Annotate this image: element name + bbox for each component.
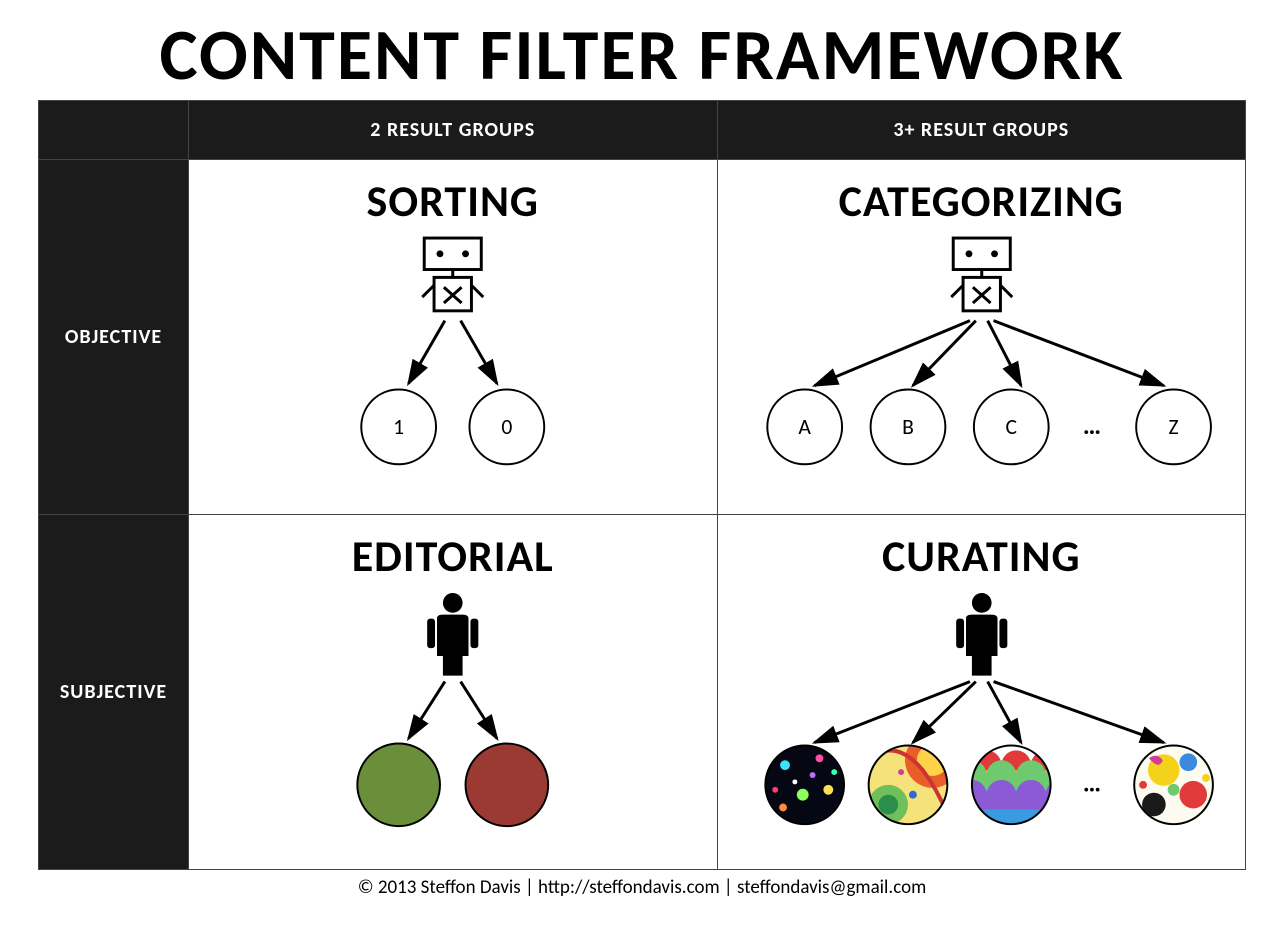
categorizing-node-a: A <box>798 412 811 439</box>
cell-categorizing: CATEGORIZING <box>717 159 1246 514</box>
row-header-objective: OBJECTIVE <box>39 159 189 514</box>
categorizing-graphic: A B C … Z <box>726 236 1238 486</box>
cell-sorting: SORTING <box>189 159 718 514</box>
editorial-graphic <box>197 591 709 841</box>
sorting-graphic: 1 0 <box>197 236 709 486</box>
robot-icon <box>951 238 1012 311</box>
categorizing-node-c: C <box>1005 412 1017 439</box>
page: CONTENT FILTER FRAMEWORK 2 RESULT GROUPS… <box>0 0 1284 928</box>
robot-icon <box>422 238 483 311</box>
curating-ellipsis: … <box>1082 767 1100 798</box>
curating-graphic: … <box>726 591 1238 841</box>
cell-title-categorizing: CATEGORIZING <box>726 174 1238 228</box>
person-icon <box>956 593 1007 676</box>
page-title: CONTENT FILTER FRAMEWORK <box>38 18 1246 94</box>
curating-art-3 <box>957 745 1075 824</box>
editorial-node-red <box>466 743 549 826</box>
categorizing-ellipsis: … <box>1082 409 1100 440</box>
sorting-node-1: 1 <box>393 412 404 439</box>
editorial-node-green <box>357 743 440 826</box>
row-header-subjective: SUBJECTIVE <box>39 514 189 869</box>
cell-editorial: EDITORIAL <box>189 514 718 869</box>
column-header-2-groups: 2 RESULT GROUPS <box>189 100 718 159</box>
sorting-node-0: 0 <box>501 412 512 439</box>
cell-title-editorial: EDITORIAL <box>197 529 709 583</box>
cell-title-curating: CURATING <box>726 529 1238 583</box>
cell-curating: CURATING <box>717 514 1246 869</box>
corner-cell <box>39 100 189 159</box>
person-icon <box>427 593 478 676</box>
categorizing-node-z: Z <box>1168 412 1178 439</box>
framework-table: 2 RESULT GROUPS 3+ RESULT GROUPS OBJECTI… <box>38 100 1246 870</box>
footer-attribution: © 2013 Steffon Davis | http://steffondav… <box>38 876 1246 899</box>
categorizing-node-b: B <box>902 412 914 439</box>
cell-title-sorting: SORTING <box>197 174 709 228</box>
column-header-3plus-groups: 3+ RESULT GROUPS <box>717 100 1246 159</box>
